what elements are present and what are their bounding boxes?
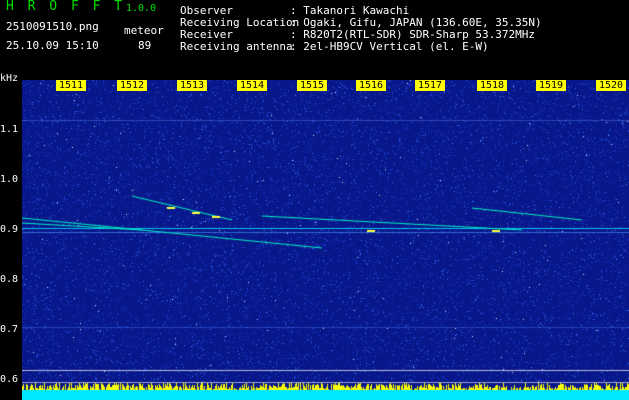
info-value-antenna: : 2el-HB9CV Vertical (el. E-W) xyxy=(290,40,489,53)
spectrogram-canvas xyxy=(22,80,629,400)
y-tick-label: 0.6 xyxy=(0,374,19,385)
file-datetime: 25.10.09 15:10 xyxy=(6,39,99,52)
detection-label: meteor xyxy=(124,24,164,37)
y-axis-unit: kHz xyxy=(0,73,19,84)
x-tick-label: 1518 xyxy=(477,80,508,91)
x-tick-label: 1515 xyxy=(297,80,328,91)
y-tick-label: 0.7 xyxy=(0,324,19,335)
y-tick-label: 0.8 xyxy=(0,274,19,285)
y-tick-label: 0.9 xyxy=(0,224,19,235)
x-tick-label: 1512 xyxy=(117,80,148,91)
x-tick-label: 1519 xyxy=(536,80,567,91)
detection-count: 89 xyxy=(138,39,152,52)
x-tick-label: 1517 xyxy=(415,80,446,91)
y-tick-label: 1.1 xyxy=(0,124,19,135)
info-label-antenna: Receiving antenna xyxy=(180,40,293,53)
x-tick-label: 1520 xyxy=(596,80,627,91)
x-tick-label: 1516 xyxy=(356,80,387,91)
x-tick-label: 1513 xyxy=(177,80,208,91)
app-version: 1.0.0 xyxy=(126,3,157,14)
x-tick-label: 1514 xyxy=(237,80,268,91)
app-logo: H R O F F T xyxy=(6,0,126,14)
file-name: 2510091510.png xyxy=(6,20,99,33)
y-tick-label: 1.0 xyxy=(0,174,19,185)
x-tick-label: 1511 xyxy=(56,80,87,91)
